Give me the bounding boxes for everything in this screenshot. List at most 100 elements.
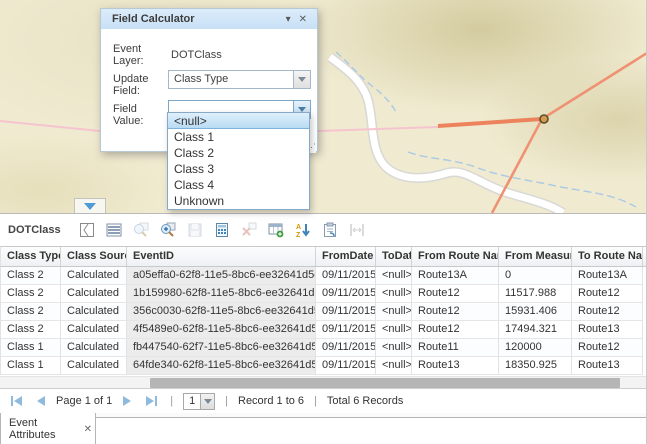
table-cell[interactable]: 4f5489e0-62f8-11e5-8bc6-ee32641d5ec9 (127, 321, 316, 339)
tab-event-attributes[interactable]: Event Attributes ✕ (0, 413, 96, 444)
page-select-dropdown-button[interactable] (200, 394, 214, 409)
update-field-label: Update Field: (113, 73, 169, 97)
field-value-option[interactable]: Class 1 (168, 129, 309, 145)
column-header-eventid[interactable]: EventID (127, 247, 316, 266)
table-cell[interactable]: Route12 (412, 321, 499, 339)
table-cell[interactable]: 0 (499, 267, 572, 285)
update-field-select[interactable]: Class Type (168, 70, 311, 89)
route-point-marker[interactable] (540, 115, 548, 123)
table-cell[interactable]: 09/11/2015 (316, 339, 376, 357)
table-row[interactable]: Class 1Calculatedfb447540-62f7-11e5-8bc6… (0, 339, 647, 357)
next-page-button[interactable] (118, 393, 136, 409)
add-record-icon[interactable] (264, 219, 288, 241)
page-number-select[interactable]: 1 (183, 393, 215, 410)
table-cell[interactable]: <null> (376, 357, 412, 375)
column-header-todate[interactable]: ToDate (376, 247, 412, 266)
tab-close-icon[interactable]: ✕ (81, 423, 95, 436)
column-header-class-type[interactable]: Class Type (1, 247, 61, 266)
table-cell[interactable]: 17494.321 (499, 321, 572, 339)
field-calculator-icon[interactable] (210, 219, 234, 241)
table-cell[interactable]: 09/11/2015 (316, 285, 376, 303)
table-cell[interactable]: Route13A (572, 267, 643, 285)
table-cell[interactable]: 09/11/2015 (316, 357, 376, 375)
table-cell[interactable]: Class 2 (1, 267, 61, 285)
table-cell[interactable]: <null> (376, 321, 412, 339)
table-row[interactable]: Class 2Calculated1b159980-62f8-11e5-8bc6… (0, 285, 647, 303)
panel-collapse-tab[interactable] (74, 198, 106, 213)
table-cell[interactable]: Class 2 (1, 285, 61, 303)
table-cell[interactable]: <null> (376, 267, 412, 285)
table-cell[interactable]: Route13 (572, 321, 643, 339)
table-cell[interactable]: <null> (376, 339, 412, 357)
column-header-fromdate[interactable]: FromDate (316, 247, 376, 266)
table-cell[interactable]: 11517.988 (499, 285, 572, 303)
table-cell[interactable]: <null> (376, 303, 412, 321)
table-cell[interactable]: Class 1 (1, 357, 61, 375)
table-cell[interactable]: 120000 (499, 339, 572, 357)
column-header-class-source[interactable]: Class Source (61, 247, 127, 266)
table-cell[interactable]: Route12 (572, 303, 643, 321)
last-page-button[interactable] (142, 393, 160, 409)
table-row[interactable]: Class 1Calculated64fde340-62f8-11e5-8bc6… (0, 357, 647, 375)
table-header-row: Class TypeClass SourceEventIDFromDateToD… (0, 246, 647, 267)
table-cell[interactable]: Calculated (61, 339, 127, 357)
table-cell[interactable]: fb447540-62f7-11e5-8bc6-ee32641d5ec9 (127, 339, 316, 357)
table-cell[interactable]: <null> (376, 285, 412, 303)
field-value-option[interactable]: Unknown (168, 193, 309, 209)
field-value-option[interactable]: Class 3 (168, 161, 309, 177)
table-cell[interactable]: Calculated (61, 285, 127, 303)
table-cell[interactable]: Calculated (61, 303, 127, 321)
svg-text:Z: Z (296, 232, 301, 238)
zoom-to-record-icon[interactable] (156, 219, 180, 241)
table-cell[interactable]: Calculated (61, 267, 127, 285)
first-page-button[interactable] (8, 393, 26, 409)
field-value-option[interactable]: <null> (168, 113, 309, 129)
column-header-from-measure[interactable]: From Measure (499, 247, 572, 266)
update-field-row: Update Field: (113, 73, 169, 97)
copy-records-icon[interactable] (318, 219, 342, 241)
table-row[interactable]: Class 2Calculateda05effa0-62f8-11e5-8bc6… (0, 267, 647, 285)
dialog-minimize-icon[interactable]: ▾ (282, 14, 295, 25)
table-cell[interactable]: Route12 (572, 285, 643, 303)
table-cell[interactable]: Route13A (412, 267, 499, 285)
table-cell[interactable]: Route13 (412, 357, 499, 375)
table-cell[interactable]: Route13 (572, 357, 643, 375)
map-canvas[interactable]: Field Calculator ▾ ✕ Event Layer: DOTCla… (0, 0, 647, 213)
field-value-option[interactable]: Class 2 (168, 145, 309, 161)
dialog-title-bar[interactable]: Field Calculator ▾ ✕ (101, 9, 317, 29)
table-cell[interactable]: Route12 (412, 303, 499, 321)
table-cell[interactable]: 356c0030-62f8-11e5-8bc6-ee32641d5ec9 (127, 303, 316, 321)
table-cell[interactable]: a05effa0-62f8-11e5-8bc6-ee32641d5ec9 (127, 267, 316, 285)
field-value-option[interactable]: Class 4 (168, 177, 309, 193)
table-cell[interactable]: Class 2 (1, 303, 61, 321)
page-indicator: Page 1 of 1 (56, 395, 112, 407)
route-segment-highlight[interactable] (438, 119, 542, 126)
table-cell[interactable]: Calculated (61, 321, 127, 339)
table-cell[interactable]: 09/11/2015 (316, 303, 376, 321)
table-cell[interactable]: Class 1 (1, 339, 61, 357)
table-cell[interactable]: Class 2 (1, 321, 61, 339)
table-cell[interactable]: Route12 (572, 339, 643, 357)
table-cell[interactable]: 1b159980-62f8-11e5-8bc6-ee32641d5ec9 (127, 285, 316, 303)
column-header-from-route-name[interactable]: From Route Name (412, 247, 499, 266)
horizontal-scrollbar[interactable] (0, 376, 647, 388)
table-cell[interactable]: 18350.925 (499, 357, 572, 375)
table-cell[interactable]: 15931.406 (499, 303, 572, 321)
table-cell[interactable]: Calculated (61, 357, 127, 375)
switch-selection-icon[interactable] (75, 219, 99, 241)
table-cell[interactable]: Route12 (412, 285, 499, 303)
table-cell[interactable]: 09/11/2015 (316, 321, 376, 339)
prev-page-button[interactable] (32, 393, 50, 409)
scrollbar-thumb[interactable] (150, 378, 620, 388)
dialog-close-icon[interactable]: ✕ (295, 14, 311, 25)
sort-records-icon[interactable]: AZ (291, 219, 315, 241)
update-field-dropdown-button[interactable] (293, 71, 310, 88)
table-cell[interactable]: Route11 (412, 339, 499, 357)
table-row[interactable]: Class 2Calculated4f5489e0-62f8-11e5-8bc6… (0, 321, 647, 339)
table-cell[interactable]: 64fde340-62f8-11e5-8bc6-ee32641d5ec9 (127, 357, 316, 375)
table-cell[interactable]: 09/11/2015 (316, 267, 376, 285)
show-records-icon[interactable] (102, 219, 126, 241)
table-row[interactable]: Class 2Calculated356c0030-62f8-11e5-8bc6… (0, 303, 647, 321)
column-header-to-route-name[interactable]: To Route Name (572, 247, 643, 266)
field-value-option-list: <null>Class 1Class 2Class 3Class 4Unknow… (167, 112, 310, 210)
